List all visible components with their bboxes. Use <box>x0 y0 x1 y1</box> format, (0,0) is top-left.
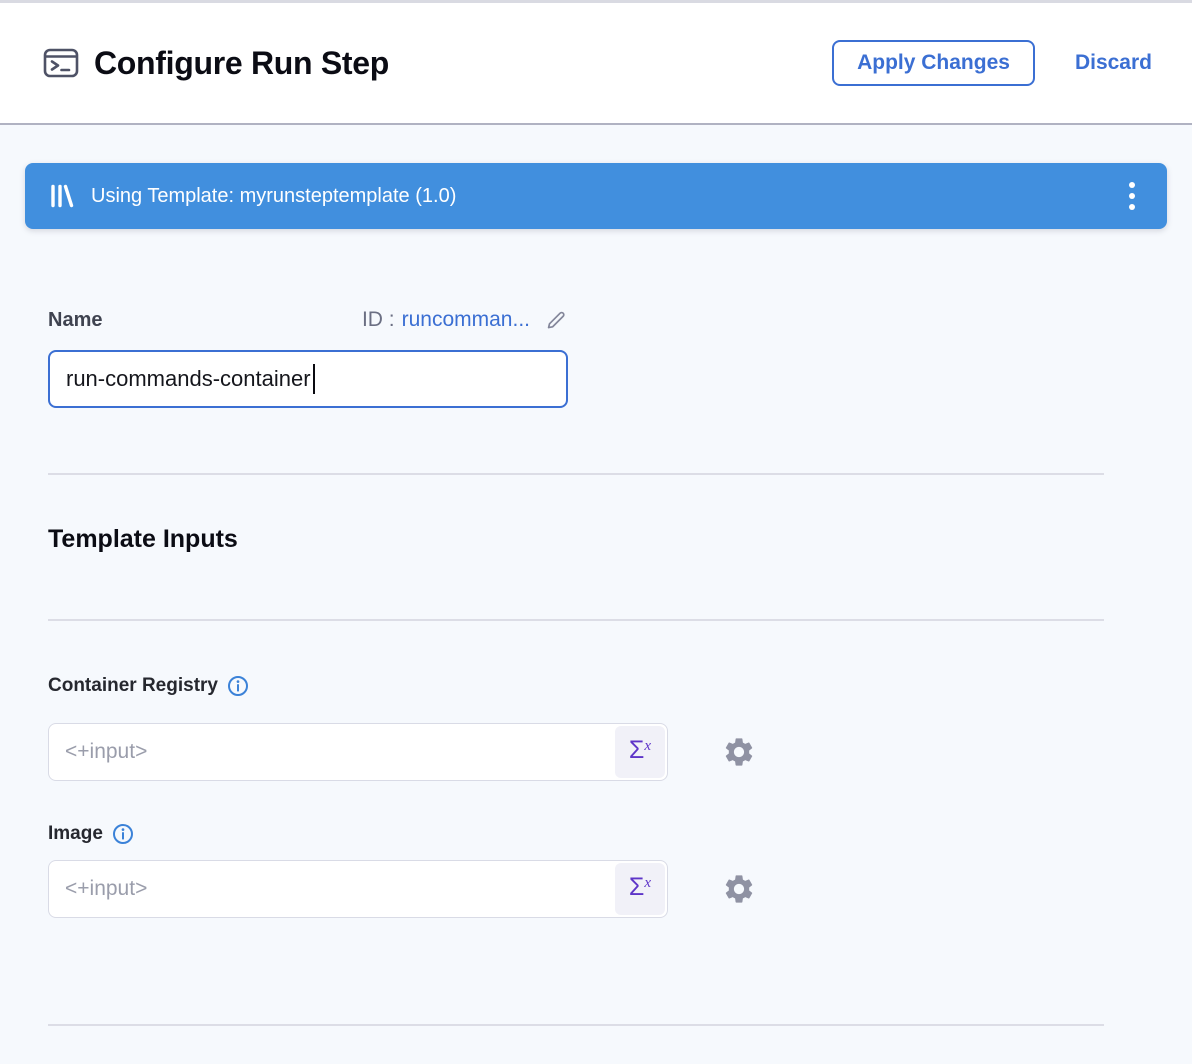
gear-icon[interactable] <box>722 735 756 769</box>
image-label: Image <box>48 823 103 845</box>
gear-icon[interactable] <box>722 872 756 906</box>
name-field-label: Name <box>48 309 102 332</box>
discard-button[interactable]: Discard <box>1075 51 1152 75</box>
container-registry-input[interactable] <box>49 724 667 780</box>
expression-input-type-button[interactable]: Σ x <box>615 863 665 915</box>
sigma-icon: Σ <box>629 874 644 902</box>
apply-changes-button[interactable]: Apply Changes <box>832 40 1035 86</box>
name-label-row: Name ID : runcomman... <box>48 308 568 332</box>
template-banner-label: Using Template: myrunsteptemplate (1.0) <box>91 185 456 208</box>
expression-input-type-button[interactable]: Σ x <box>615 726 665 778</box>
template-library-icon <box>49 183 75 209</box>
panel-header: Configure Run Step Apply Changes Discard <box>0 0 1192 125</box>
step-id-value[interactable]: runcomman... <box>402 308 530 332</box>
page-title: Configure Run Step <box>94 45 389 82</box>
text-caret <box>313 364 316 394</box>
sigma-sup: x <box>644 738 651 755</box>
container-registry-input-wrap: Σ x <box>48 723 668 781</box>
section-divider <box>48 619 1104 621</box>
section-divider <box>48 473 1104 475</box>
template-banner: Using Template: myrunsteptemplate (1.0) <box>25 163 1167 229</box>
terminal-run-step-icon <box>42 44 80 82</box>
kebab-dot <box>1129 193 1135 199</box>
name-input[interactable]: run-commands-container <box>48 350 568 408</box>
image-row: Σ x <box>48 860 1192 918</box>
info-icon[interactable] <box>227 675 249 697</box>
container-registry-label-row: Container Registry <box>48 673 1192 699</box>
image-label-row: Image <box>48 821 1192 847</box>
pencil-icon[interactable] <box>544 308 568 332</box>
kebab-dot <box>1129 182 1135 188</box>
image-input[interactable] <box>49 861 667 917</box>
bottom-divider <box>48 1024 1104 1026</box>
sigma-icon: Σ <box>629 737 644 765</box>
sigma-sup: x <box>644 875 651 892</box>
kebab-menu-icon[interactable] <box>1119 176 1145 216</box>
image-input-wrap: Σ x <box>48 860 668 918</box>
container-registry-row: Σ x <box>48 723 1192 781</box>
header-actions: Apply Changes Discard <box>832 40 1152 86</box>
container-registry-label: Container Registry <box>48 675 218 697</box>
template-inputs-heading: Template Inputs <box>48 523 1192 555</box>
info-icon[interactable] <box>112 823 134 845</box>
name-input-value: run-commands-container <box>66 366 311 392</box>
step-id-group: ID : runcomman... <box>362 308 568 332</box>
step-id-prefix: ID : <box>362 308 395 332</box>
kebab-dot <box>1129 204 1135 210</box>
step-config-form: Name ID : runcomman... run-commands-cont… <box>0 308 1192 1026</box>
